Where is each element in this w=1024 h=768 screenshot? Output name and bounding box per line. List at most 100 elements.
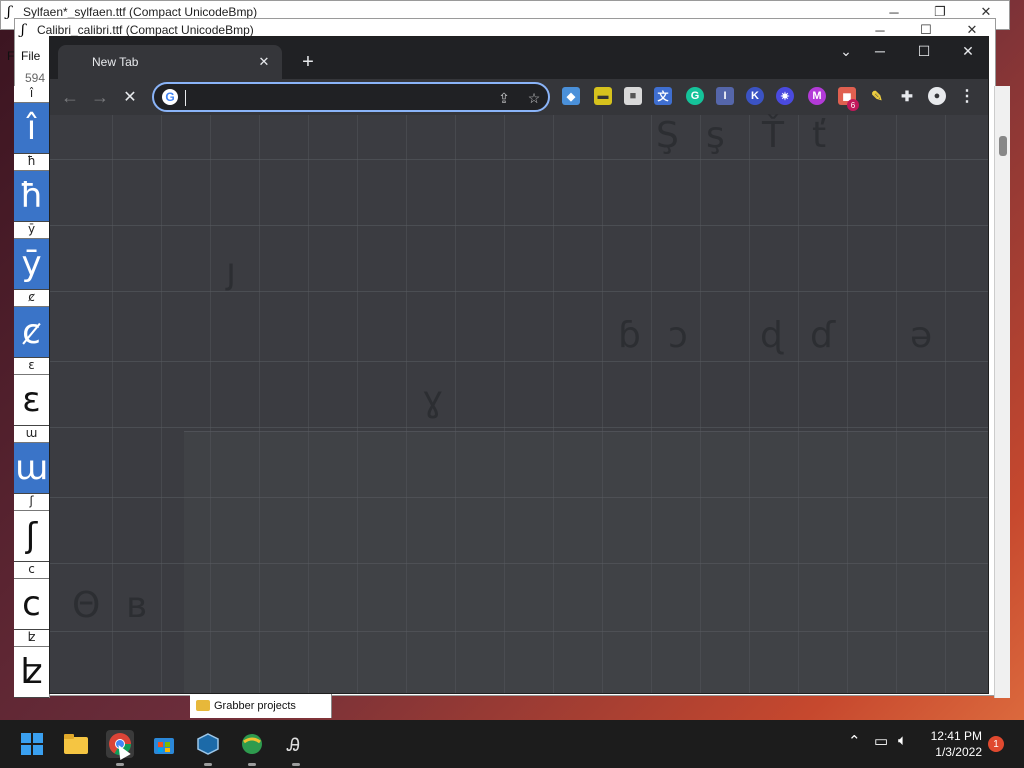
- glyph-cell[interactable]: ħħ: [14, 154, 49, 222]
- glyph-cell-label: ȼ: [14, 290, 49, 307]
- font-tool-icon[interactable]: Ꭿ: [282, 730, 310, 766]
- system-clock[interactable]: 12:41 PM 1/3/2022: [924, 728, 982, 760]
- browser-window: New Tab ✕ + ⌄ ─ ☐ ✕ ← → ✕ G ⇪ ☆ ◆ ▬ ■ 文 …: [49, 36, 989, 694]
- text-caret: [185, 90, 186, 106]
- active-indicator: [116, 763, 124, 766]
- glyph-cell-preview: ɛ: [22, 380, 41, 420]
- maximize-icon[interactable]: ☐: [902, 37, 946, 65]
- store-icon[interactable]: [150, 730, 178, 758]
- tab-title: New Tab: [92, 55, 139, 69]
- extension-italic-i-icon[interactable]: I: [716, 87, 734, 105]
- scrollbar-thumb[interactable]: [999, 136, 1007, 156]
- minimize-icon[interactable]: ─: [858, 37, 902, 65]
- stop-loading-icon[interactable]: ✕: [116, 83, 144, 111]
- ghost-glyph: Θ: [72, 585, 101, 626]
- glyph-cell[interactable]: ɯɯ: [14, 426, 49, 494]
- clock-date: 1/3/2022: [935, 745, 982, 759]
- notification-badge[interactable]: 1: [988, 736, 1004, 752]
- ghost-grid-col: [798, 115, 799, 693]
- glyph-cell[interactable]: îî: [14, 86, 49, 154]
- folder-icon: [196, 700, 210, 711]
- ghost-grid-col: [847, 115, 848, 693]
- ghost-glyph: ɖ: [760, 315, 783, 356]
- address-input[interactable]: [184, 87, 484, 107]
- extension-count-badge: 6: [847, 99, 859, 111]
- ghost-grid-col: [308, 115, 309, 693]
- ghost-glyph: ɗ: [810, 315, 836, 356]
- extension-gray-square-icon[interactable]: ■: [624, 87, 642, 105]
- file-tree-label: Grabber projects: [214, 700, 296, 712]
- glyph-cell[interactable]: ȳȳ: [14, 222, 49, 290]
- virtualbox-icon[interactable]: [194, 730, 222, 766]
- globe-app-icon[interactable]: [238, 730, 266, 766]
- glyph-cell-label: ȳ: [14, 222, 49, 239]
- ghost-glyph: ş: [706, 115, 725, 156]
- glyph-cell-preview: ᴄ: [22, 584, 41, 624]
- file-tree-item[interactable]: Grabber projects: [190, 694, 332, 718]
- ghost-glyph: ɓ: [618, 315, 641, 356]
- window-title: Sylfaen*_sylfaen.ttf (Compact UnicodeBmp…: [23, 5, 258, 19]
- ghost-glyph: ȷ: [226, 251, 237, 292]
- extension-m-icon[interactable]: M: [808, 87, 826, 105]
- extension-gear-icon[interactable]: ✷: [776, 87, 794, 105]
- glyph-cell-label: ħ: [14, 154, 49, 171]
- taskbar: Ꭿ ⌃ ▭ 🔈︎ 12:41 PM 1/3/2022 1: [0, 720, 1024, 768]
- tab-new-tab[interactable]: New Tab ✕: [58, 45, 282, 79]
- glyph-cell[interactable]: ȼȼ: [14, 290, 49, 358]
- ghost-grid-col: [700, 115, 701, 693]
- glyph-cell-label: ɛ: [14, 358, 49, 375]
- menu-file[interactable]: File: [21, 49, 40, 63]
- running-indicator: [248, 763, 256, 766]
- ghost-glyph: ɔ: [668, 315, 688, 356]
- extension-k-icon[interactable]: K: [746, 87, 764, 105]
- profile-avatar-icon[interactable]: ●: [928, 87, 946, 105]
- ghost-glyph: Ş: [656, 115, 679, 156]
- network-icon[interactable]: ▭: [874, 732, 888, 750]
- glyph-cell[interactable]: ᴄᴄ: [14, 562, 49, 630]
- bookmark-star-icon[interactable]: ☆: [524, 88, 544, 108]
- ghost-grid-col: [161, 115, 162, 693]
- ghost-grid-col: [896, 115, 897, 693]
- address-bar[interactable]: G ⇪ ☆: [152, 82, 550, 112]
- start-windows-icon[interactable]: [18, 730, 46, 758]
- ghost-glyph: ɣ: [422, 379, 444, 420]
- glyph-cell[interactable]: ʫʫ: [14, 630, 49, 698]
- clock-time: 12:41 PM: [930, 729, 982, 743]
- ghost-glyph: Ť: [762, 115, 784, 156]
- ghost-glyph: ə: [910, 315, 933, 356]
- close-window-icon[interactable]: ✕: [946, 37, 990, 65]
- glyph-cell-label: ᴄ: [14, 562, 49, 579]
- glyph-cell[interactable]: ɛɛ: [14, 358, 49, 426]
- ghost-grid-col: [112, 115, 113, 693]
- share-icon[interactable]: ⇪: [494, 88, 514, 108]
- app-logo-icon: ʃ: [21, 22, 25, 38]
- extension-translate-icon[interactable]: 文: [654, 87, 672, 105]
- menu-kebab-icon[interactable]: ⋮: [958, 87, 976, 105]
- show-hidden-icons-chevron-icon[interactable]: ⌃: [848, 732, 861, 750]
- ghost-grid-col: [602, 115, 603, 693]
- extension-pencil-icon[interactable]: ✎: [868, 87, 886, 105]
- glyph-cell-preview: ȼ: [14, 307, 49, 357]
- close-tab-icon[interactable]: ✕: [254, 52, 274, 72]
- running-indicator: [292, 763, 300, 766]
- glyph-cell[interactable]: ʃʃ: [14, 494, 49, 562]
- ghost-grid-col: [553, 115, 554, 693]
- extension-grammarly-icon[interactable]: G: [686, 87, 704, 105]
- extensions-puzzle-icon[interactable]: ✚: [898, 87, 916, 105]
- menu-f[interactable]: F: [7, 49, 14, 63]
- ghost-grid-col: [651, 115, 652, 693]
- extension-colorful-icon[interactable]: ◆: [562, 87, 580, 105]
- ghost-explorer-panel: [184, 431, 988, 693]
- ghost-grid-col: [945, 115, 946, 693]
- volume-icon[interactable]: 🔈︎: [898, 732, 907, 749]
- index-label: 594: [25, 71, 46, 85]
- forward-arrow-icon[interactable]: →: [86, 83, 114, 111]
- file-explorer-icon[interactable]: [62, 730, 90, 758]
- vertical-scrollbar[interactable]: [994, 86, 1010, 698]
- glyph-cell-preview: ɯ: [14, 443, 49, 493]
- ghost-grid-col: [259, 115, 260, 693]
- extension-highlighter-icon[interactable]: ▬: [594, 87, 612, 105]
- new-tab-button[interactable]: +: [294, 48, 322, 76]
- back-arrow-icon[interactable]: ←: [56, 83, 84, 111]
- running-indicator: [204, 763, 212, 766]
